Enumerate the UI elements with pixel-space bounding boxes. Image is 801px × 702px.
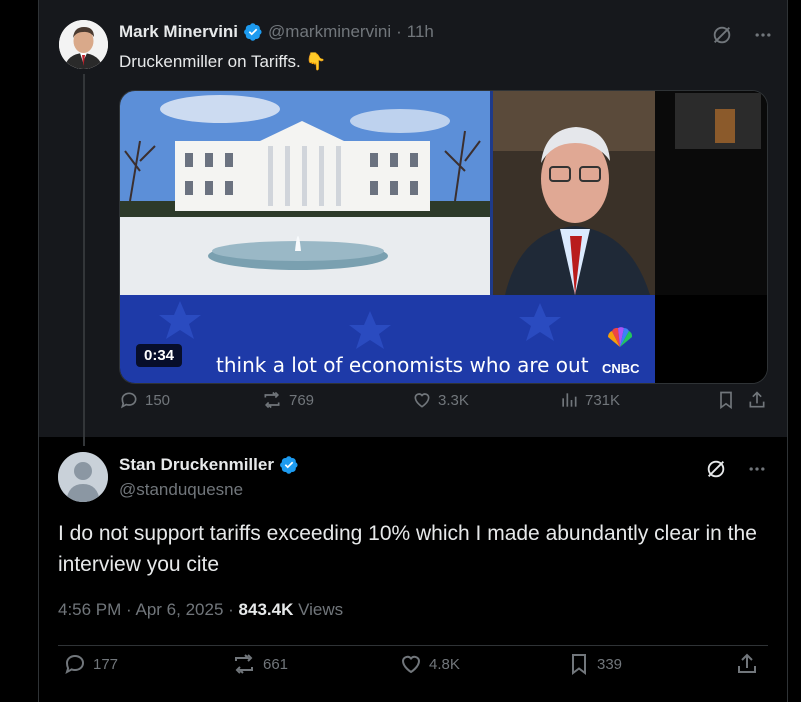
video-caption: think a lot of economists who are out (216, 353, 589, 377)
share-icon (749, 391, 765, 408)
tweet-date[interactable]: Apr 6, 2025 (136, 600, 224, 619)
avatar[interactable] (59, 20, 108, 69)
tweet-text: I do not support tariffs exceeding 10% w… (58, 522, 757, 576)
views-label: Views (298, 600, 344, 619)
more-icon[interactable] (753, 25, 773, 45)
grok-icon[interactable] (711, 24, 733, 46)
verified-badge-icon (280, 456, 298, 474)
more-icon[interactable] (747, 459, 767, 479)
tweet-text: Druckenmiller on Tariffs. 👇 (119, 52, 327, 71)
like-button[interactable]: 4.8K (399, 652, 460, 676)
like-button[interactable]: 3.3K (412, 390, 469, 410)
author-handle[interactable]: @standuquesne (119, 480, 243, 500)
avatar[interactable] (58, 452, 108, 502)
like-count: 3.3K (438, 391, 469, 409)
timeline-column: Mark Minervini @markminervini · 11h Druc… (38, 0, 788, 702)
repost-icon (264, 391, 280, 409)
views-button[interactable]: 731K (559, 390, 620, 410)
separator-dot: · (396, 22, 402, 41)
like-count: 4.8K (429, 655, 460, 673)
share-button[interactable] (735, 652, 759, 676)
share-icon (738, 653, 756, 673)
author-name[interactable]: Stan Druckenmiller (119, 455, 274, 475)
reply-count: 177 (93, 655, 119, 673)
author-handle[interactable]: @markminervini (268, 22, 391, 42)
bookmark-icon (572, 654, 586, 675)
bookmark-icon (720, 391, 732, 410)
like-icon (414, 393, 430, 408)
thread-connector-line (83, 74, 85, 446)
views-count: 843.4K (238, 600, 294, 619)
tweet-time[interactable]: 11h (407, 22, 434, 42)
default-avatar-icon (58, 452, 108, 502)
reply-icon (120, 392, 137, 409)
repost-count: 661 (263, 655, 289, 673)
like-icon (401, 655, 421, 674)
reply-count: 150 (145, 391, 171, 409)
views-count: 731K (585, 391, 621, 409)
tweet-metadata: 4:56 PM · Apr 6, 2025 · 843.4K Views (58, 600, 344, 619)
video-player[interactable]: 0:34 think a lot of economists who are o… (119, 90, 768, 384)
views-icon (562, 393, 577, 407)
repost-button[interactable]: 769 (261, 390, 314, 410)
video-duration: 0:34 (136, 344, 183, 367)
bookmark-count: 339 (597, 655, 623, 673)
reply-button[interactable]: 150 (119, 390, 170, 410)
tweet-time[interactable]: 4:56 PM (58, 600, 121, 619)
verified-badge-icon (244, 23, 262, 41)
grok-icon[interactable] (705, 458, 727, 480)
reply-button[interactable]: 177 (63, 652, 118, 676)
quoted-parent-tweet[interactable]: Mark Minervini @markminervini · 11h Druc… (39, 0, 787, 446)
share-button[interactable] (747, 390, 767, 410)
avatar-portrait-icon (59, 20, 108, 69)
bookmark-button[interactable]: 339 (567, 652, 622, 676)
network-logo: CNBC (602, 361, 640, 376)
author-name[interactable]: Mark Minervini (119, 22, 238, 42)
video-thumbnail (120, 91, 767, 383)
repost-count: 769 (289, 391, 315, 409)
repost-button[interactable]: 661 (231, 652, 288, 676)
divider (58, 645, 768, 646)
bookmark-button[interactable] (716, 390, 736, 410)
repost-icon (235, 654, 253, 674)
page: Mark Minervini @markminervini · 11h Druc… (0, 0, 801, 702)
reply-icon (65, 654, 85, 675)
